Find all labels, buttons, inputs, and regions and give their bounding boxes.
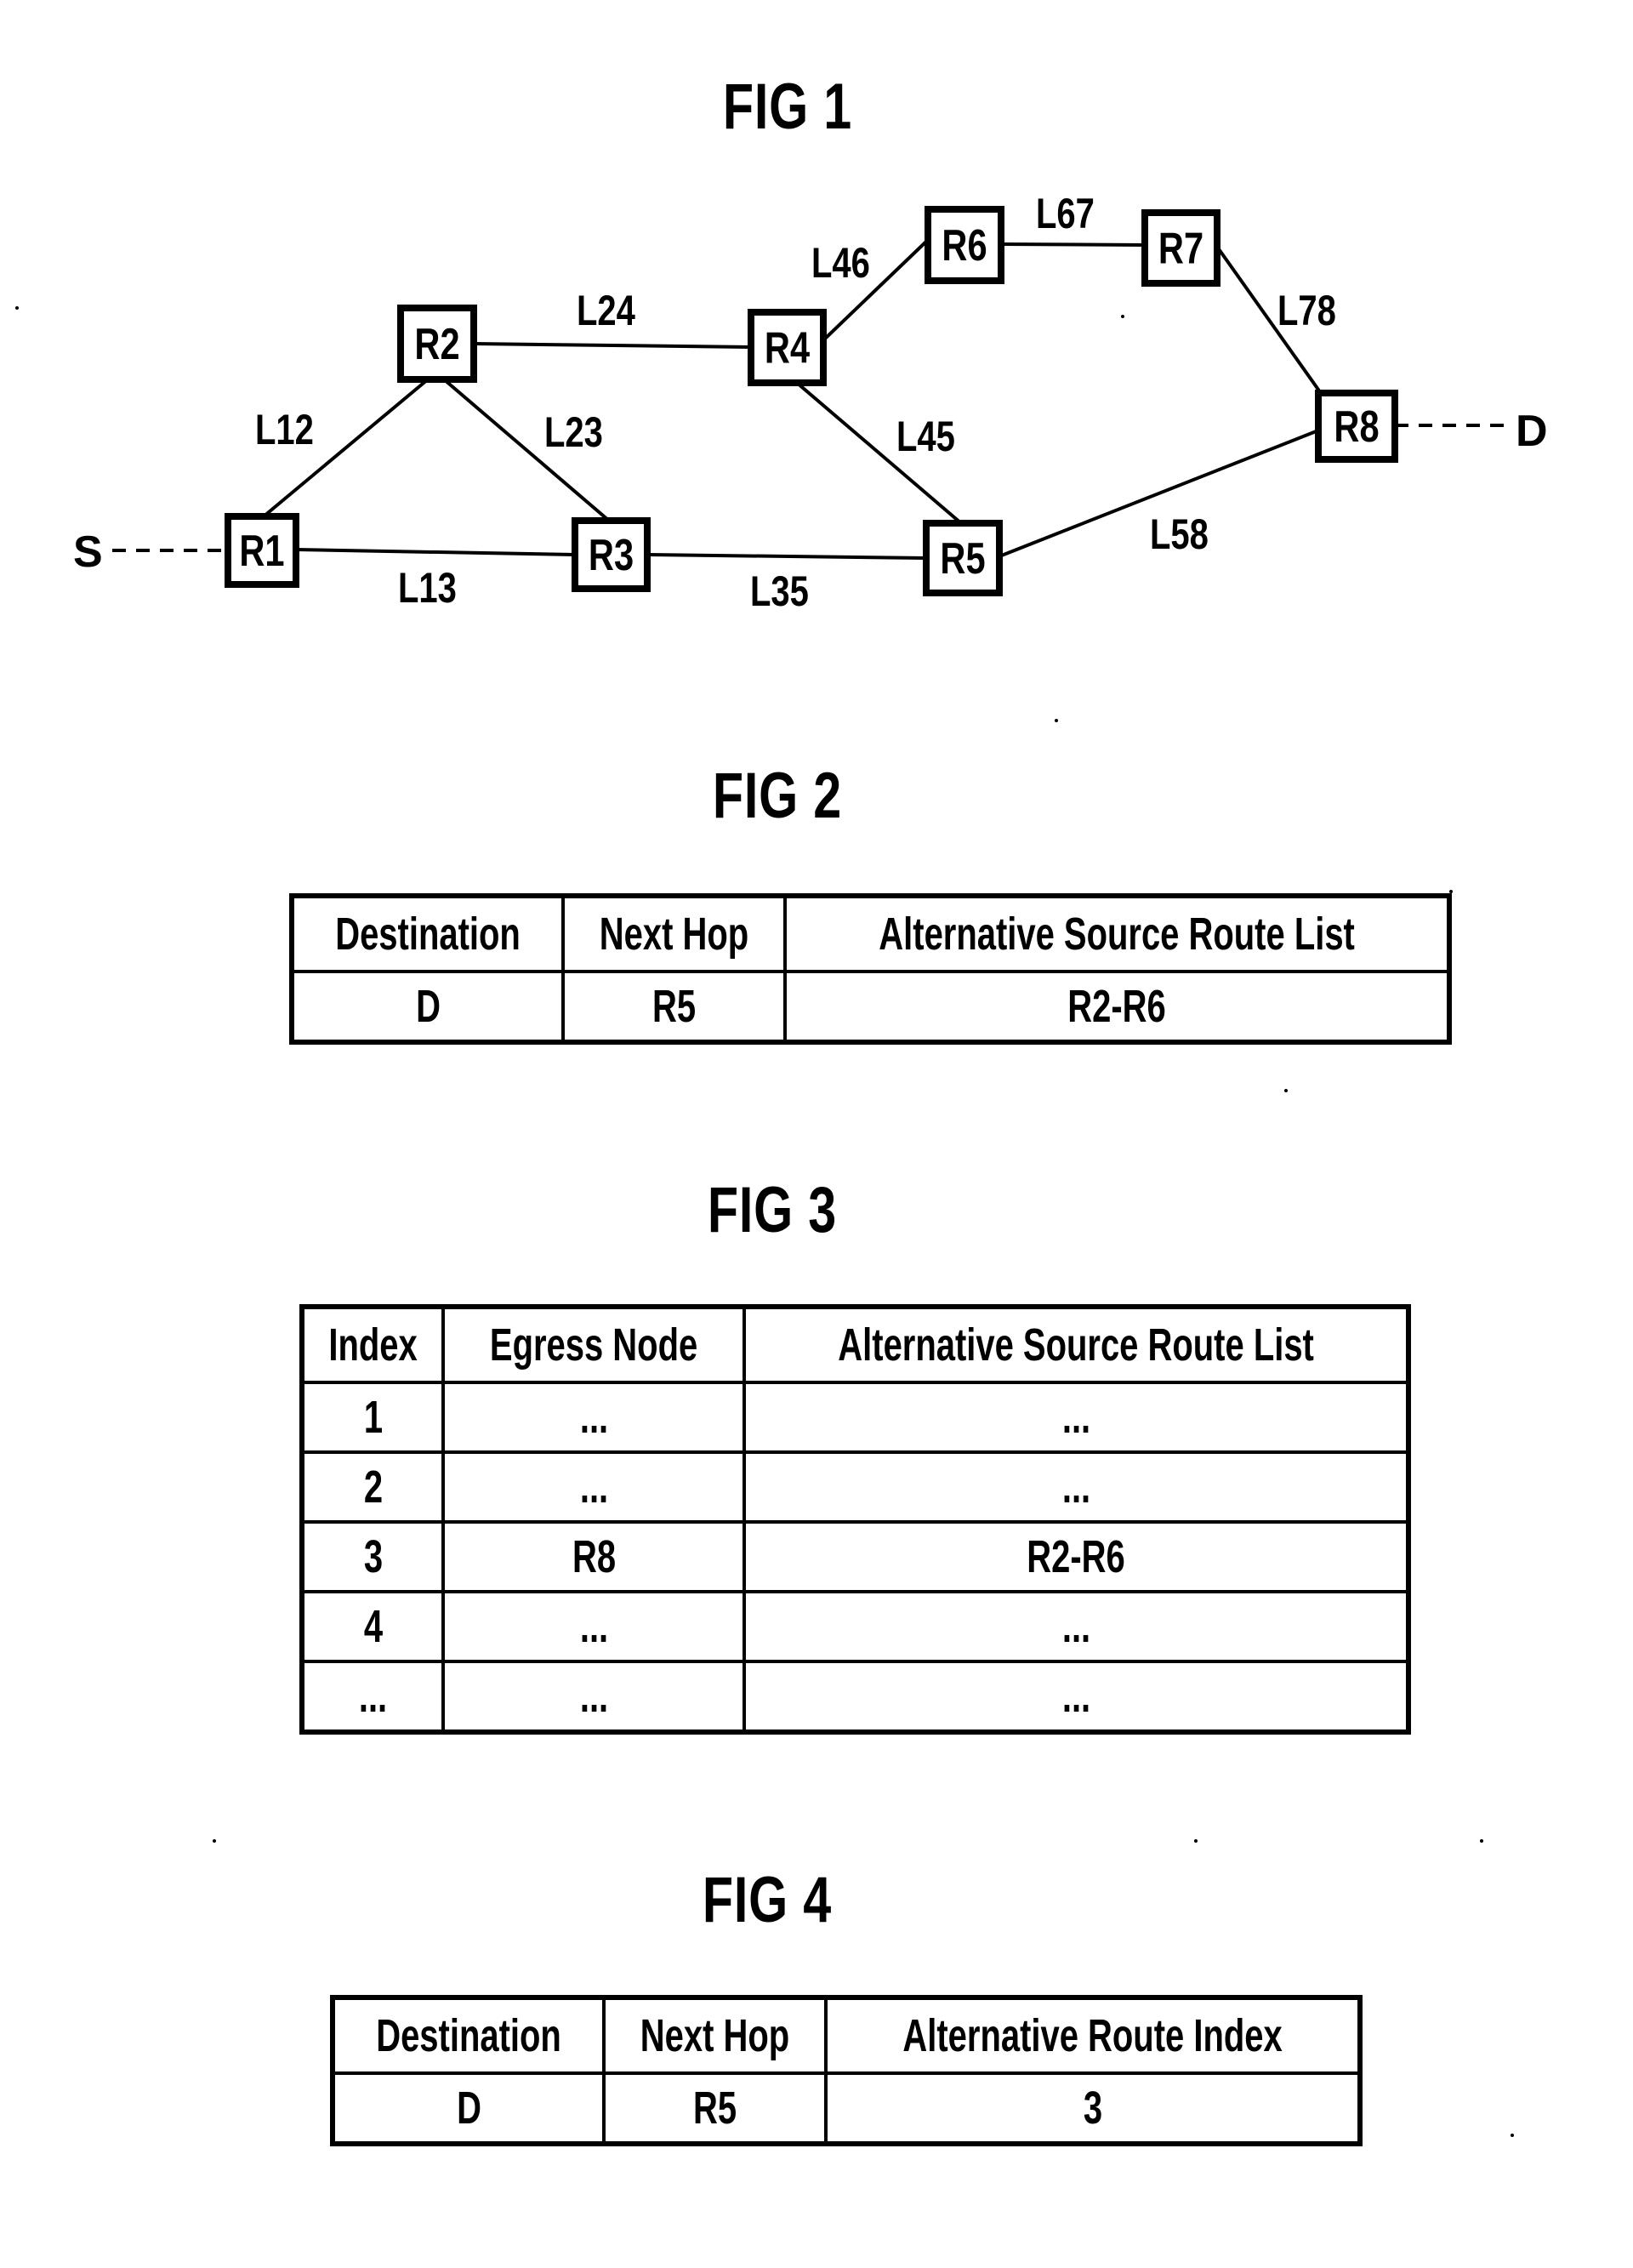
alternative-route-table-fig3: Index Egress Node Alternative Source Rou… — [299, 1304, 1412, 1735]
router-node-r7: R7 — [1141, 209, 1220, 287]
cell-next-hop: R5 — [561, 970, 788, 1044]
column-header-destination: Destination — [289, 894, 566, 973]
scan-speck — [15, 306, 19, 310]
table-header-row: Destination Next Hop Alternative Source … — [289, 894, 1452, 973]
column-header-destination: Destination — [330, 1996, 606, 2075]
table-row: ... ... ... — [299, 1660, 1411, 1734]
router-label: R3 — [589, 530, 634, 580]
fig1-title: FIG 1 — [722, 71, 853, 143]
table-row: 2 ... ... — [299, 1450, 1411, 1524]
link-label-l67: L67 — [1036, 190, 1095, 237]
cell-index: 1 — [299, 1381, 446, 1454]
fig4-title: FIG 4 — [702, 1864, 833, 1936]
cell-egress-node: ... — [441, 1381, 747, 1454]
cell-egress-node: ... — [441, 1590, 747, 1663]
router-label: R8 — [1334, 402, 1379, 452]
fig3-title: FIG 3 — [707, 1174, 838, 1246]
link-label-l45: L45 — [896, 413, 955, 460]
cell-next-hop: R5 — [602, 2071, 828, 2145]
cell-destination: D — [330, 2071, 606, 2145]
column-header-index: Index — [299, 1305, 446, 1384]
network-topology-diagram: R1 R2 R3 R4 R5 R6 R7 R8 L12 L13 L23 L24 L35 L45 L46 L6… — [73, 190, 1548, 615]
column-header-alternative-route-index: Alternative Route Index — [824, 1996, 1363, 2075]
link-label-l23: L23 — [544, 408, 603, 456]
table-row: D R5 3 — [330, 2071, 1363, 2145]
link-label-l35: L35 — [750, 567, 809, 615]
scan-speck — [213, 1839, 216, 1843]
cell-destination: D — [289, 970, 566, 1044]
link-label-l13: L13 — [398, 564, 457, 612]
scan-speck — [1511, 2134, 1514, 2137]
source-label: S — [73, 527, 103, 577]
link-l35 — [646, 553, 927, 560]
cell-alternative-source-route-list: ... — [743, 1450, 1411, 1524]
router-node-r8: R8 — [1315, 390, 1398, 463]
cell-index: 2 — [299, 1450, 446, 1524]
column-header-alternative-source-route-list: Alternative Source Route List — [743, 1305, 1411, 1384]
cell-alternative-source-route-list: ... — [743, 1660, 1411, 1734]
column-header-egress-node: Egress Node — [441, 1305, 747, 1384]
cell-alternative-source-route-list: R2-R6 — [783, 970, 1452, 1044]
cell-index: ... — [299, 1660, 446, 1734]
table-row: 4 ... ... — [299, 1590, 1411, 1663]
router-node-r1: R1 — [225, 513, 299, 588]
column-header-next-hop: Next Hop — [602, 1996, 828, 2075]
cell-alternative-source-route-list: R2-R6 — [743, 1520, 1411, 1593]
router-label: R6 — [942, 220, 987, 271]
router-node-r2: R2 — [397, 305, 477, 383]
router-label: R7 — [1158, 223, 1203, 273]
link-label-l58: L58 — [1150, 510, 1209, 558]
link-label-l12: L12 — [255, 406, 314, 453]
router-label: R2 — [414, 319, 459, 369]
link-l24 — [473, 342, 752, 349]
cell-alternative-source-route-list: ... — [743, 1381, 1411, 1454]
cell-egress-node: ... — [441, 1660, 747, 1734]
link-label-l78: L78 — [1277, 287, 1336, 334]
cell-index: 3 — [299, 1520, 446, 1593]
fig2-title: FIG 2 — [712, 760, 843, 832]
table-header-row: Index Egress Node Alternative Source Rou… — [299, 1305, 1411, 1384]
column-header-next-hop: Next Hop — [561, 894, 788, 973]
router-node-r3: R3 — [572, 517, 651, 592]
table-header-row: Destination Next Hop Alternative Route I… — [330, 1996, 1363, 2075]
cell-egress-node: ... — [441, 1450, 747, 1524]
scan-speck — [1121, 315, 1124, 318]
routing-table-fig4: Destination Next Hop Alternative Route I… — [330, 1995, 1363, 2146]
router-label: R4 — [765, 322, 810, 373]
router-label: R5 — [940, 533, 985, 584]
cell-alternative-source-route-list: ... — [743, 1590, 1411, 1663]
scan-speck — [1194, 1839, 1198, 1843]
cell-egress-node: R8 — [441, 1520, 747, 1593]
scan-speck — [1284, 1089, 1288, 1092]
table-row: 3 R8 R2-R6 — [299, 1520, 1411, 1593]
table-row: D R5 R2-R6 — [289, 970, 1452, 1044]
router-label: R1 — [239, 526, 284, 576]
table-row: 1 ... ... — [299, 1381, 1411, 1454]
router-node-r5: R5 — [923, 520, 1003, 596]
cell-index: 4 — [299, 1590, 446, 1663]
router-node-r6: R6 — [925, 206, 1004, 284]
scan-speck — [1480, 1839, 1483, 1843]
link-l67 — [1000, 242, 1146, 247]
link-label-l46: L46 — [811, 239, 870, 287]
cell-alternative-route-index: 3 — [824, 2071, 1363, 2145]
scan-speck — [1055, 719, 1058, 722]
link-l13 — [295, 548, 576, 556]
routing-table-fig2: Destination Next Hop Alternative Source … — [289, 893, 1453, 1045]
scan-speck — [1449, 890, 1453, 893]
column-header-alternative-source-route-list: Alternative Source Route List — [783, 894, 1452, 973]
destination-label: D — [1516, 407, 1548, 456]
router-node-r4: R4 — [748, 309, 827, 386]
link-label-l24: L24 — [577, 287, 635, 334]
